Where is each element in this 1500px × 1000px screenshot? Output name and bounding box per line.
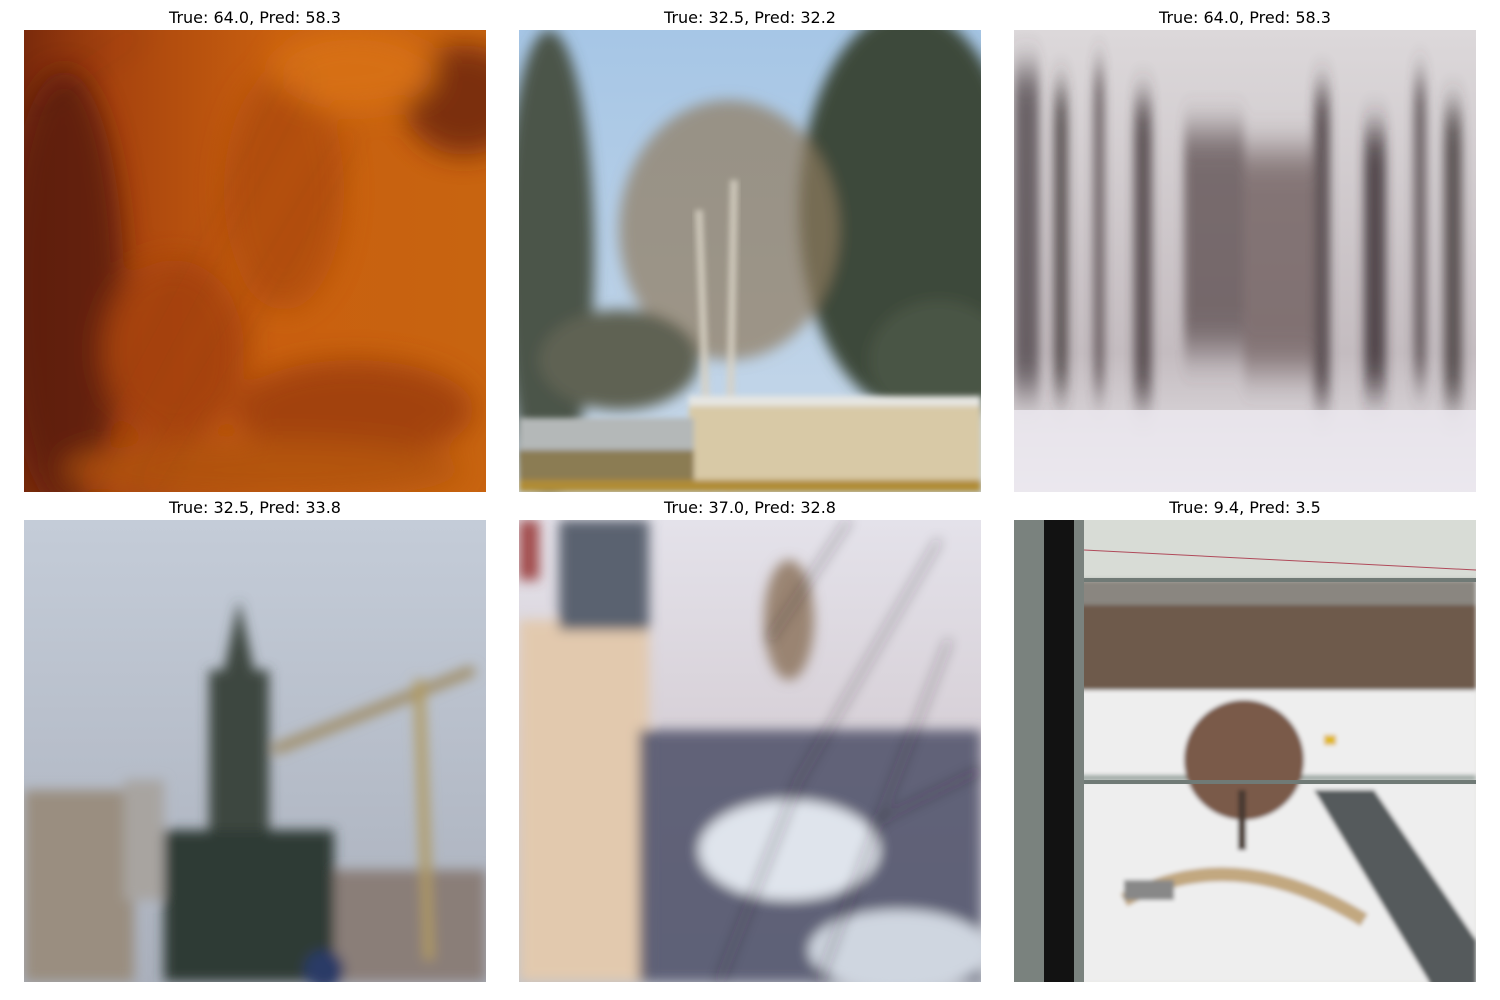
panel-photo [1014,520,1476,982]
panel-photo [519,520,981,982]
panel-title: True: 37.0, Pred: 32.8 [664,498,836,517]
panel-title: True: 64.0, Pred: 58.3 [1159,8,1331,27]
panel-photo [1014,30,1476,492]
panel-title: True: 32.5, Pred: 33.8 [169,498,341,517]
panel-photo [24,520,486,982]
panel-title: True: 64.0, Pred: 58.3 [169,8,341,27]
panel-title: True: 32.5, Pred: 32.2 [664,8,836,27]
panel-photo [24,30,486,492]
panel-photo [519,30,981,492]
panel-title: True: 9.4, Pred: 3.5 [1169,498,1321,517]
